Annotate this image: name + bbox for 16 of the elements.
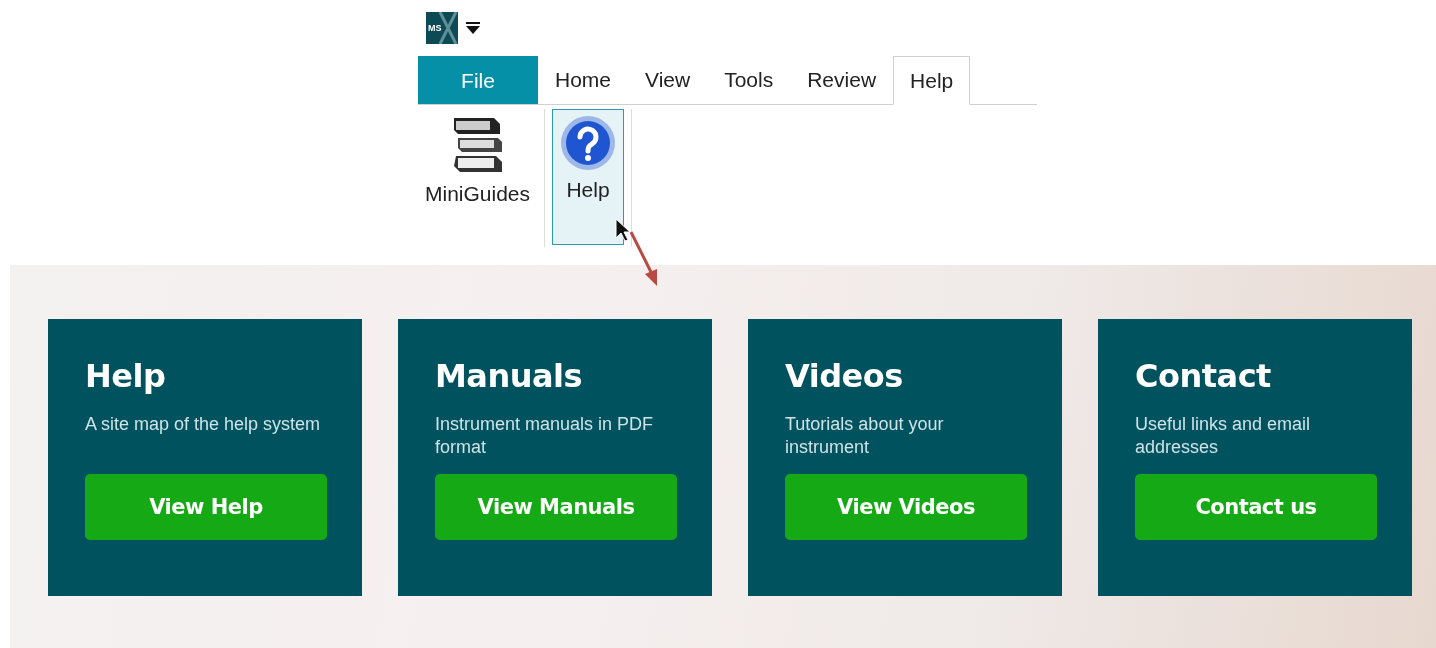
ribbon-tab[interactable]: Help — [893, 56, 971, 105]
ribbon-button[interactable]: Help — [552, 109, 625, 245]
app-logo[interactable]: MS — [426, 11, 458, 44]
card-description: Tutorials about your instrument — [785, 413, 945, 459]
mouse-cursor-icon — [615, 218, 631, 242]
ribbon-button[interactable]: MiniGuides — [418, 109, 538, 245]
help-icon — [559, 114, 618, 172]
dropdown-icon[interactable] — [466, 21, 480, 34]
card-title: Videos — [785, 357, 904, 395]
card-description: Instrument manuals in PDF format — [435, 413, 655, 459]
card-description: Useful links and email addresses — [1135, 413, 1312, 459]
card-title: Contact — [1135, 357, 1272, 395]
card-description: A site map of the help system — [85, 413, 322, 436]
card-title: Help — [85, 357, 167, 395]
card-title: Manuals — [435, 357, 584, 395]
file-tab[interactable]: File — [418, 56, 538, 104]
